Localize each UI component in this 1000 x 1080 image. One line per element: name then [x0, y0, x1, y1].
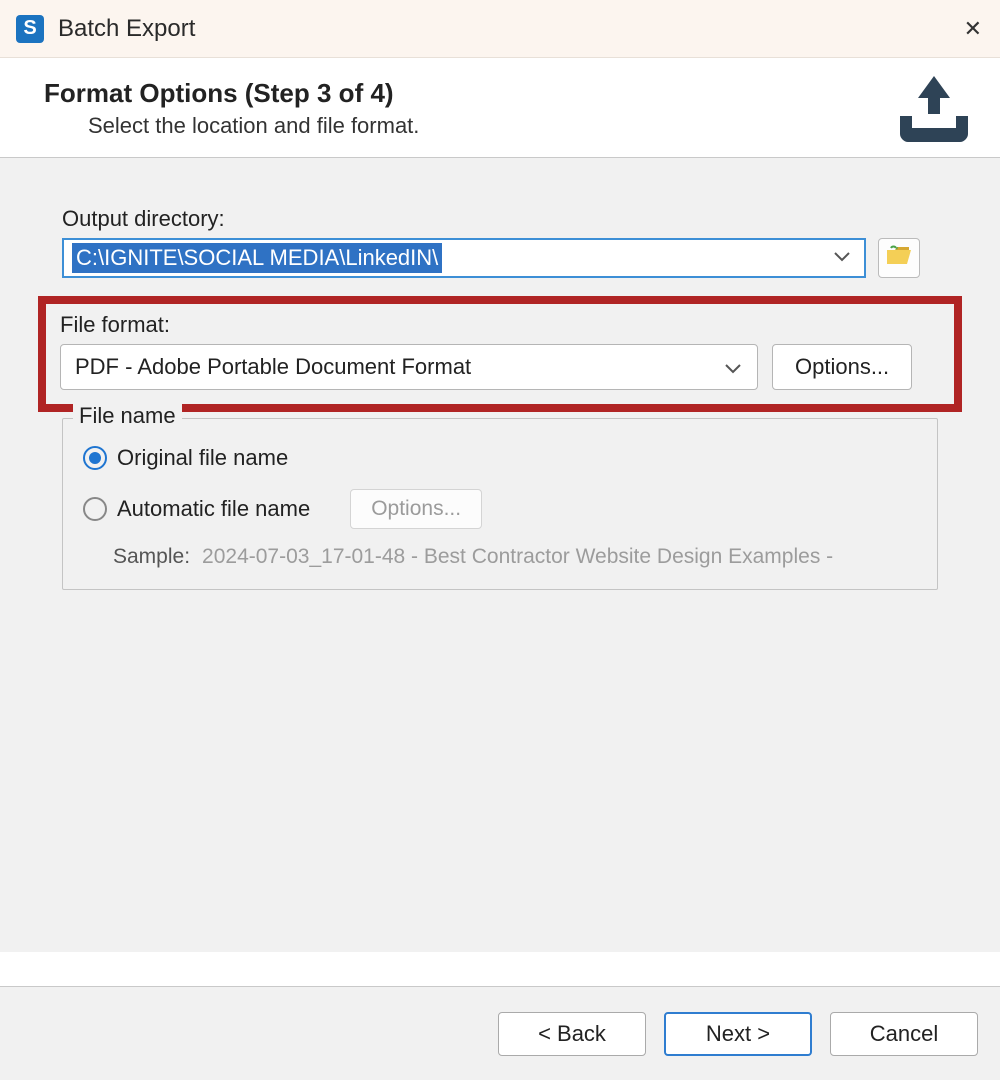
content-area: Output directory: C:\IGNITE\SOCIAL MEDIA…: [0, 158, 1000, 952]
wizard-footer: < Back Next > Cancel: [0, 986, 1000, 1080]
titlebar: S Batch Export ✕: [0, 0, 1000, 58]
file-name-legend: File name: [73, 403, 182, 429]
chevron-down-icon: [725, 354, 741, 380]
file-format-section: File format: PDF - Adobe Portable Docume…: [38, 296, 962, 412]
header-title: Format Options (Step 3 of 4): [44, 78, 956, 109]
header-subtitle: Select the location and file format.: [88, 113, 956, 139]
format-options-button[interactable]: Options...: [772, 344, 912, 390]
sample-text: 2024-07-03_17-01-48 - Best Contractor We…: [202, 545, 833, 569]
file-format-label: File format:: [60, 312, 944, 338]
file-format-row: PDF - Adobe Portable Document Format Opt…: [60, 344, 944, 390]
chevron-down-icon[interactable]: [834, 249, 850, 267]
file-format-selected: PDF - Adobe Portable Document Format: [75, 354, 471, 380]
filename-options-button: Options...: [350, 489, 482, 529]
radio-label: Original file name: [117, 445, 288, 471]
radio-label: Automatic file name: [117, 496, 310, 522]
next-button[interactable]: Next >: [664, 1012, 812, 1056]
cancel-button[interactable]: Cancel: [830, 1012, 978, 1056]
sample-row: Sample: 2024-07-03_17-01-48 - Best Contr…: [113, 545, 917, 569]
radio-icon: [83, 497, 107, 521]
window-title: Batch Export: [58, 15, 195, 43]
output-directory-label: Output directory:: [62, 206, 938, 232]
close-button[interactable]: ✕: [964, 16, 982, 42]
back-button[interactable]: < Back: [498, 1012, 646, 1056]
radio-automatic-file-name[interactable]: Automatic file name Options...: [83, 489, 917, 529]
wizard-header: Format Options (Step 3 of 4) Select the …: [0, 58, 1000, 158]
file-format-dropdown[interactable]: PDF - Adobe Portable Document Format: [60, 344, 758, 390]
export-icon: [892, 72, 976, 155]
folder-open-icon: [885, 244, 913, 273]
output-directory-row: C:\IGNITE\SOCIAL MEDIA\LinkedIN\: [62, 238, 938, 278]
file-name-section: File name Original file name Automatic f…: [62, 418, 938, 590]
browse-folder-button[interactable]: [878, 238, 920, 278]
output-directory-input[interactable]: C:\IGNITE\SOCIAL MEDIA\LinkedIN\: [62, 238, 866, 278]
close-icon: ✕: [964, 16, 982, 41]
sample-label: Sample:: [113, 545, 190, 569]
radio-icon: [83, 446, 107, 470]
app-icon: S: [16, 15, 44, 43]
output-directory-value: C:\IGNITE\SOCIAL MEDIA\LinkedIN\: [72, 243, 442, 273]
radio-original-file-name[interactable]: Original file name: [83, 445, 917, 471]
